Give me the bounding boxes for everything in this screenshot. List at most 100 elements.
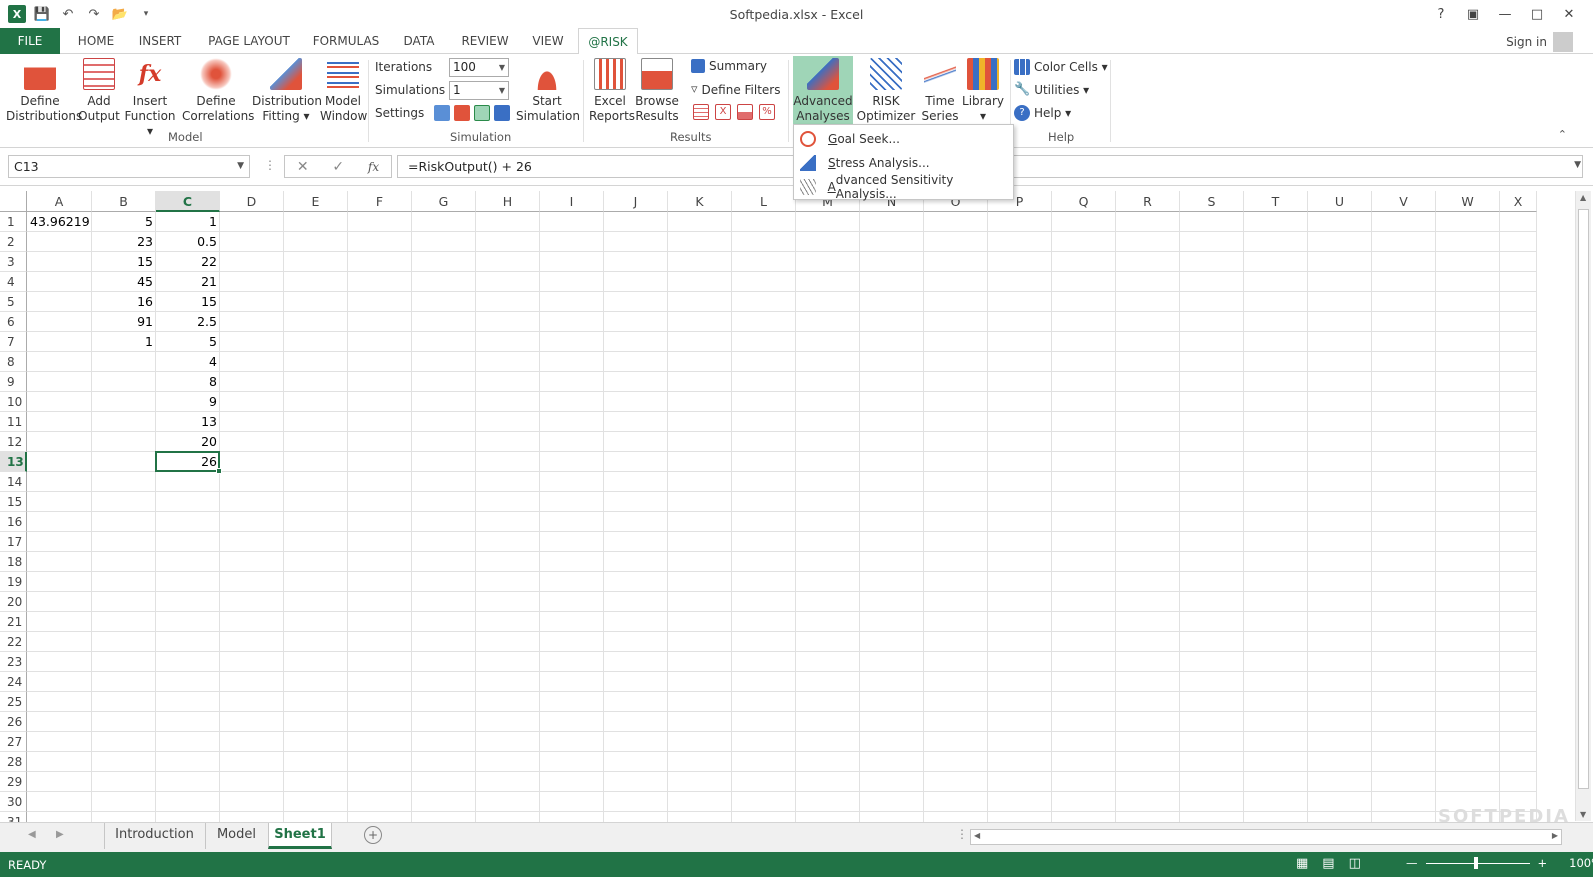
cell-c1[interactable]: 1 bbox=[156, 212, 220, 232]
row-header-19[interactable]: 19 bbox=[0, 572, 27, 592]
column-header-a[interactable]: A bbox=[27, 191, 92, 212]
column-header-i[interactable]: I bbox=[540, 191, 604, 212]
column-header-k[interactable]: K bbox=[668, 191, 732, 212]
row-header-28[interactable]: 28 bbox=[0, 752, 27, 772]
goal-seek-item[interactable]: Goal Seek... bbox=[794, 127, 1013, 151]
row-header-17[interactable]: 17 bbox=[0, 532, 27, 552]
cell-b4[interactable]: 45 bbox=[92, 272, 156, 292]
row-header-8[interactable]: 8 bbox=[0, 352, 27, 372]
cell-c8[interactable]: 4 bbox=[156, 352, 220, 372]
cell-b6[interactable]: 91 bbox=[92, 312, 156, 332]
sheet-tab-sheet1[interactable]: Sheet1 bbox=[268, 823, 332, 849]
define-correlations-button[interactable]: Define Correlations bbox=[182, 58, 254, 124]
cell-c3[interactable]: 22 bbox=[156, 252, 220, 272]
row-header-3[interactable]: 3 bbox=[0, 252, 27, 272]
insert-function-button[interactable]: fx Insert Function ▾ bbox=[122, 58, 178, 139]
vertical-scrollbar[interactable]: ▲ ▼ bbox=[1575, 191, 1591, 821]
row-header-21[interactable]: 21 bbox=[0, 612, 27, 632]
maximize-icon[interactable]: □ bbox=[1523, 4, 1551, 24]
row-header-9[interactable]: 9 bbox=[0, 372, 27, 392]
row-header-23[interactable]: 23 bbox=[0, 652, 27, 672]
select-all-corner[interactable] bbox=[0, 191, 27, 212]
cell-c6[interactable]: 2.5 bbox=[156, 312, 220, 332]
cell-b2[interactable]: 23 bbox=[92, 232, 156, 252]
fill-handle[interactable] bbox=[216, 468, 222, 474]
cell-a1[interactable]: 43.96219 bbox=[27, 212, 92, 232]
zoom-in-icon[interactable]: + bbox=[1538, 856, 1548, 870]
cell-c12[interactable]: 20 bbox=[156, 432, 220, 452]
report-x-icon[interactable]: X bbox=[715, 104, 731, 120]
column-header-l[interactable]: L bbox=[732, 191, 796, 212]
add-sheet-icon[interactable]: + bbox=[364, 826, 382, 844]
column-header-r[interactable]: R bbox=[1116, 191, 1180, 212]
tab-review[interactable]: REVIEW bbox=[456, 28, 514, 54]
utilities-button[interactable]: 🔧 Utilities ▾ bbox=[1014, 82, 1089, 97]
column-header-t[interactable]: T bbox=[1244, 191, 1308, 212]
row-header-27[interactable]: 27 bbox=[0, 732, 27, 752]
cancel-icon[interactable]: ✕ bbox=[297, 159, 309, 175]
row-header-20[interactable]: 20 bbox=[0, 592, 27, 612]
tab-file[interactable]: FILE bbox=[0, 28, 60, 54]
tab-view[interactable]: VIEW bbox=[526, 28, 570, 54]
close-icon[interactable]: ✕ bbox=[1555, 4, 1583, 24]
tab-split-handle[interactable]: ⋮ bbox=[956, 827, 968, 841]
advanced-sensitivity-item[interactable]: Advanced Sensitivity Analysis... bbox=[794, 173, 1013, 201]
browse-results-button[interactable]: Browse Results bbox=[635, 58, 679, 124]
scroll-left-icon[interactable]: ◀ bbox=[974, 831, 980, 840]
row-header-10[interactable]: 10 bbox=[0, 392, 27, 412]
row-header-14[interactable]: 14 bbox=[0, 472, 27, 492]
row-header-18[interactable]: 18 bbox=[0, 552, 27, 572]
column-header-h[interactable]: H bbox=[476, 191, 540, 212]
help-button[interactable]: ? Help ▾ bbox=[1014, 105, 1071, 121]
cell-c10[interactable]: 9 bbox=[156, 392, 220, 412]
row-header-7[interactable]: 7 bbox=[0, 332, 27, 352]
page-break-view-icon[interactable]: ◫ bbox=[1349, 856, 1361, 871]
scroll-down-icon[interactable]: ▼ bbox=[1580, 810, 1586, 819]
report-table-icon[interactable] bbox=[693, 104, 709, 120]
cell-c11[interactable]: 13 bbox=[156, 412, 220, 432]
column-header-x[interactable]: X bbox=[1500, 191, 1537, 212]
column-header-w[interactable]: W bbox=[1436, 191, 1500, 212]
row-header-11[interactable]: 11 bbox=[0, 412, 27, 432]
cell-b3[interactable]: 15 bbox=[92, 252, 156, 272]
zoom-level[interactable]: 100% bbox=[1569, 856, 1593, 870]
sheet-tab-model[interactable]: Model bbox=[205, 823, 267, 849]
advanced-analyses-button[interactable]: Advanced Analyses ▾ bbox=[793, 56, 853, 138]
row-header-1[interactable]: 1 bbox=[0, 212, 27, 232]
excel-reports-button[interactable]: Excel Reports bbox=[589, 58, 635, 124]
row-header-4[interactable]: 4 bbox=[0, 272, 27, 292]
percent-icon[interactable]: % bbox=[759, 104, 775, 120]
column-header-c[interactable]: C bbox=[156, 191, 220, 212]
tab-data[interactable]: DATA bbox=[396, 28, 442, 54]
summary-button[interactable]: Summary bbox=[691, 59, 767, 73]
cell-c9[interactable]: 8 bbox=[156, 372, 220, 392]
scroll-up-icon[interactable]: ▲ bbox=[1580, 193, 1586, 202]
ribbon-display-icon[interactable]: ▣ bbox=[1459, 4, 1487, 24]
row-header-30[interactable]: 30 bbox=[0, 792, 27, 812]
row-header-12[interactable]: 12 bbox=[0, 432, 27, 452]
enter-icon[interactable]: ✓ bbox=[332, 159, 344, 175]
column-header-u[interactable]: U bbox=[1308, 191, 1372, 212]
define-filters-button[interactable]: ▿ Define Filters bbox=[691, 82, 781, 97]
row-header-24[interactable]: 24 bbox=[0, 672, 27, 692]
column-header-q[interactable]: Q bbox=[1052, 191, 1116, 212]
live-update-icon[interactable] bbox=[494, 105, 511, 121]
cell-b5[interactable]: 16 bbox=[92, 292, 156, 312]
simulations-combo[interactable]: 1 ▼ bbox=[449, 81, 509, 100]
tab-page-layout[interactable]: PAGE LAYOUT bbox=[200, 28, 298, 54]
cell-b1[interactable]: 5 bbox=[92, 212, 156, 232]
iterations-combo[interactable]: 100 ▼ bbox=[449, 58, 509, 77]
column-header-e[interactable]: E bbox=[284, 191, 348, 212]
scroll-thumb[interactable] bbox=[1578, 209, 1589, 789]
column-header-d[interactable]: D bbox=[220, 191, 284, 212]
next-sheet-icon[interactable]: ▶ bbox=[56, 829, 64, 840]
library-button[interactable]: Library ▾ bbox=[962, 58, 1004, 124]
cell-c5[interactable]: 15 bbox=[156, 292, 220, 312]
demo-mode-icon[interactable] bbox=[474, 105, 491, 121]
page-layout-view-icon[interactable]: ▤ bbox=[1322, 856, 1334, 871]
tab-home[interactable]: HOME bbox=[70, 28, 122, 54]
cell-c4[interactable]: 21 bbox=[156, 272, 220, 292]
tab-formulas[interactable]: FORMULAS bbox=[308, 28, 384, 54]
report-chart-icon[interactable] bbox=[737, 104, 753, 120]
row-header-22[interactable]: 22 bbox=[0, 632, 27, 652]
